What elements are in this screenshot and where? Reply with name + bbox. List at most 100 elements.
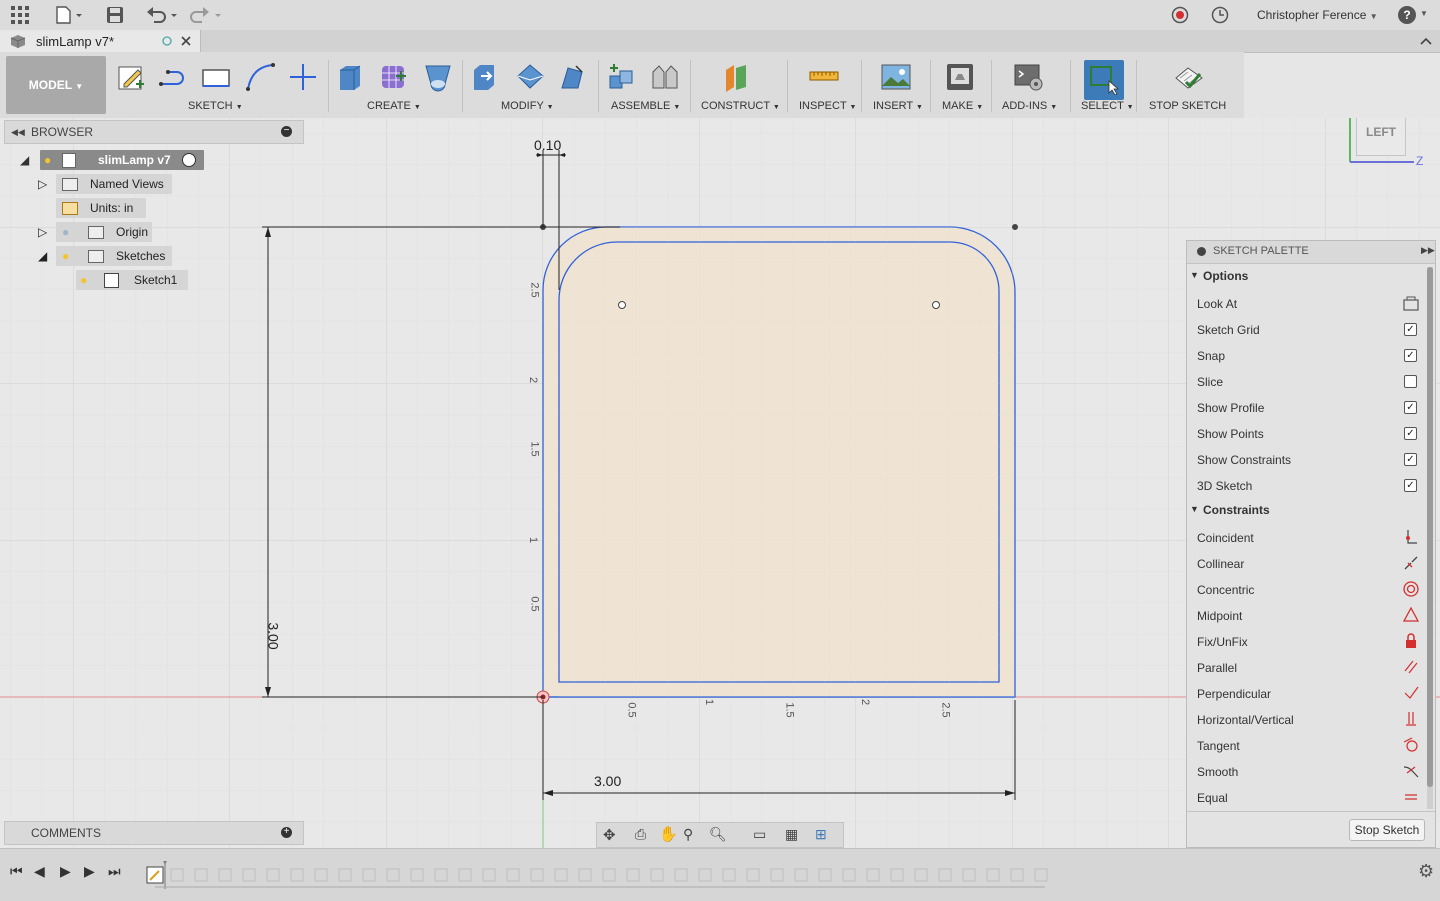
insert-menu[interactable]: INSERT ▼ <box>873 100 923 112</box>
go-to-end-icon[interactable]: ⏭ <box>108 863 121 880</box>
constraint-horizontal-vertical[interactable]: Horizontal/Vertical <box>1197 707 1417 733</box>
show-constraints-checkbox[interactable]: ✓ <box>1404 453 1417 466</box>
timeline-track[interactable] <box>145 859 1055 895</box>
3d-sketch-checkbox[interactable]: ✓ <box>1404 479 1417 492</box>
chevron-up-icon[interactable] <box>1420 35 1432 47</box>
measure-icon[interactable] <box>809 62 839 92</box>
grid-settings-icon[interactable]: ▦ <box>785 826 798 843</box>
zoom-icon[interactable]: ⚲ <box>683 826 693 843</box>
expand-panel-icon[interactable]: ▶▶ <box>1421 245 1435 256</box>
thickness-dimension[interactable]: 0.10 <box>534 137 561 153</box>
pan-icon[interactable]: ✋ <box>659 825 678 843</box>
show-profile-checkbox[interactable]: ✓ <box>1404 401 1417 414</box>
sketch-menu[interactable]: SKETCH ▼ <box>188 100 243 112</box>
minimize-icon[interactable] <box>1197 247 1206 256</box>
scripts-addins-icon[interactable] <box>1013 62 1043 92</box>
spline-tool-icon[interactable] <box>245 62 275 92</box>
revolve-icon[interactable] <box>423 62 453 92</box>
constraint-midpoint[interactable]: Midpoint <box>1197 603 1419 629</box>
select-menu[interactable]: SELECT ▼ <box>1081 100 1134 112</box>
lightbulb-icon[interactable]: ● <box>44 150 51 170</box>
insert-image-icon[interactable] <box>881 62 911 92</box>
rectangle-tool-icon[interactable] <box>201 62 231 92</box>
new-component-icon[interactable] <box>606 62 636 92</box>
app-grid-icon[interactable] <box>11 6 29 24</box>
form-icon[interactable] <box>378 60 408 90</box>
tree-item-origin[interactable]: ▷ ● Origin <box>36 222 156 242</box>
snap-row[interactable]: Snap ✓ <box>1197 343 1417 369</box>
press-pull-icon[interactable] <box>471 62 501 92</box>
fit-icon[interactable]: 🔍︎ <box>709 826 727 843</box>
lightbulb-icon[interactable]: ● <box>62 246 69 266</box>
comments-header[interactable]: COMMENTS + <box>4 821 304 845</box>
constraint-collinear[interactable]: Collinear <box>1197 551 1418 577</box>
lightbulb-icon[interactable]: ● <box>62 222 69 242</box>
file-menu-icon[interactable] <box>56 6 84 24</box>
go-to-start-icon[interactable]: ⏮ <box>10 863 23 880</box>
line-tool-icon[interactable] <box>158 62 188 92</box>
collapse-icon[interactable]: ◢ <box>20 150 29 170</box>
tree-item-named-views[interactable]: ▷ Named Views <box>36 174 176 194</box>
collapse-icon[interactable]: ◢ <box>38 246 47 266</box>
construct-menu[interactable]: CONSTRUCT ▼ <box>701 100 780 112</box>
extrude-icon[interactable] <box>336 62 366 92</box>
make-menu[interactable]: MAKE ▼ <box>942 100 983 112</box>
constraint-perpendicular[interactable]: Perpendicular <box>1197 681 1419 707</box>
add-comment-icon[interactable]: + <box>281 827 292 838</box>
addins-menu[interactable]: ADD-INS ▼ <box>1002 100 1057 112</box>
show-profile-row[interactable]: Show Profile ✓ <box>1197 395 1417 421</box>
minimize-icon[interactable]: − <box>281 126 292 137</box>
constraint-parallel[interactable]: Parallel <box>1197 655 1418 681</box>
browser-header[interactable]: ◀◀ BROWSER − <box>4 120 304 144</box>
point-tool-icon[interactable] <box>288 62 318 92</box>
offset-plane-icon[interactable] <box>722 62 752 92</box>
height-dimension[interactable]: 3.00 <box>266 622 282 649</box>
stop-sketch-button[interactable]: STOP SKETCH <box>1149 100 1226 112</box>
clock-icon[interactable] <box>1211 6 1229 24</box>
3d-sketch-row[interactable]: 3D Sketch ✓ <box>1197 473 1417 499</box>
palette-scrollbar[interactable] <box>1427 267 1433 809</box>
look-at-icon[interactable] <box>1403 296 1419 312</box>
redo-icon[interactable] <box>190 6 224 24</box>
show-points-row[interactable]: Show Points ✓ <box>1197 421 1417 447</box>
look-at-row[interactable]: Look At <box>1197 291 1419 317</box>
step-back-icon[interactable]: ◀ <box>34 863 45 880</box>
chamfer-icon[interactable] <box>558 62 588 92</box>
create-menu[interactable]: CREATE ▼ <box>367 100 421 112</box>
joint-icon[interactable] <box>650 62 680 92</box>
constraint-concentric[interactable]: Concentric <box>1197 577 1419 603</box>
step-forward-icon[interactable]: ▶ <box>84 863 95 880</box>
sketch-grid-checkbox[interactable]: ✓ <box>1404 323 1417 336</box>
stop-sketch-palette-button[interactable]: Stop Sketch <box>1349 819 1425 841</box>
save-icon[interactable] <box>106 6 124 24</box>
document-tab[interactable]: slimLamp v7* <box>0 30 201 52</box>
undo-icon[interactable] <box>146 6 180 24</box>
lightbulb-icon[interactable]: ● <box>80 270 87 290</box>
inspect-menu[interactable]: INSPECT ▼ <box>799 100 856 112</box>
palette-header[interactable]: SKETCH PALETTE ▶▶ <box>1187 241 1435 264</box>
constraint-tangent[interactable]: Tangent <box>1197 733 1418 759</box>
assemble-menu[interactable]: ASSEMBLE ▼ <box>611 100 680 112</box>
record-icon[interactable] <box>1171 6 1189 24</box>
sketch-grid-row[interactable]: Sketch Grid ✓ <box>1197 317 1417 343</box>
tree-item-root[interactable]: ◢ ● slimLamp v7 <box>18 150 208 170</box>
close-icon[interactable] <box>180 35 192 47</box>
slice-checkbox[interactable] <box>1404 375 1417 388</box>
constraint-fix[interactable]: Fix/UnFix <box>1197 629 1417 655</box>
modify-menu[interactable]: MODIFY ▼ <box>501 100 554 112</box>
tree-item-units[interactable]: Units: in <box>56 198 146 218</box>
look-at-icon[interactable]: ⎙ <box>635 826 646 843</box>
view-cube[interactable]: LEFT Y Z <box>1340 118 1440 178</box>
width-dimension[interactable]: 3.00 <box>594 773 621 789</box>
gear-icon[interactable]: ⚙ <box>1418 861 1434 882</box>
constraint-coincident[interactable]: Coincident <box>1197 525 1417 551</box>
expand-icon[interactable]: ▷ <box>38 174 47 194</box>
stop-sketch-icon[interactable] <box>1174 62 1204 92</box>
3d-print-icon[interactable] <box>945 62 975 92</box>
expand-icon[interactable]: ▷ <box>38 222 47 242</box>
activate-radio-icon[interactable] <box>182 153 196 167</box>
fillet-icon[interactable] <box>515 62 545 92</box>
viewports-icon[interactable]: ⊞ <box>815 826 827 843</box>
orbit-icon[interactable]: ✥ <box>603 826 616 844</box>
options-section-header[interactable]: ▼ Options <box>1187 267 1427 289</box>
